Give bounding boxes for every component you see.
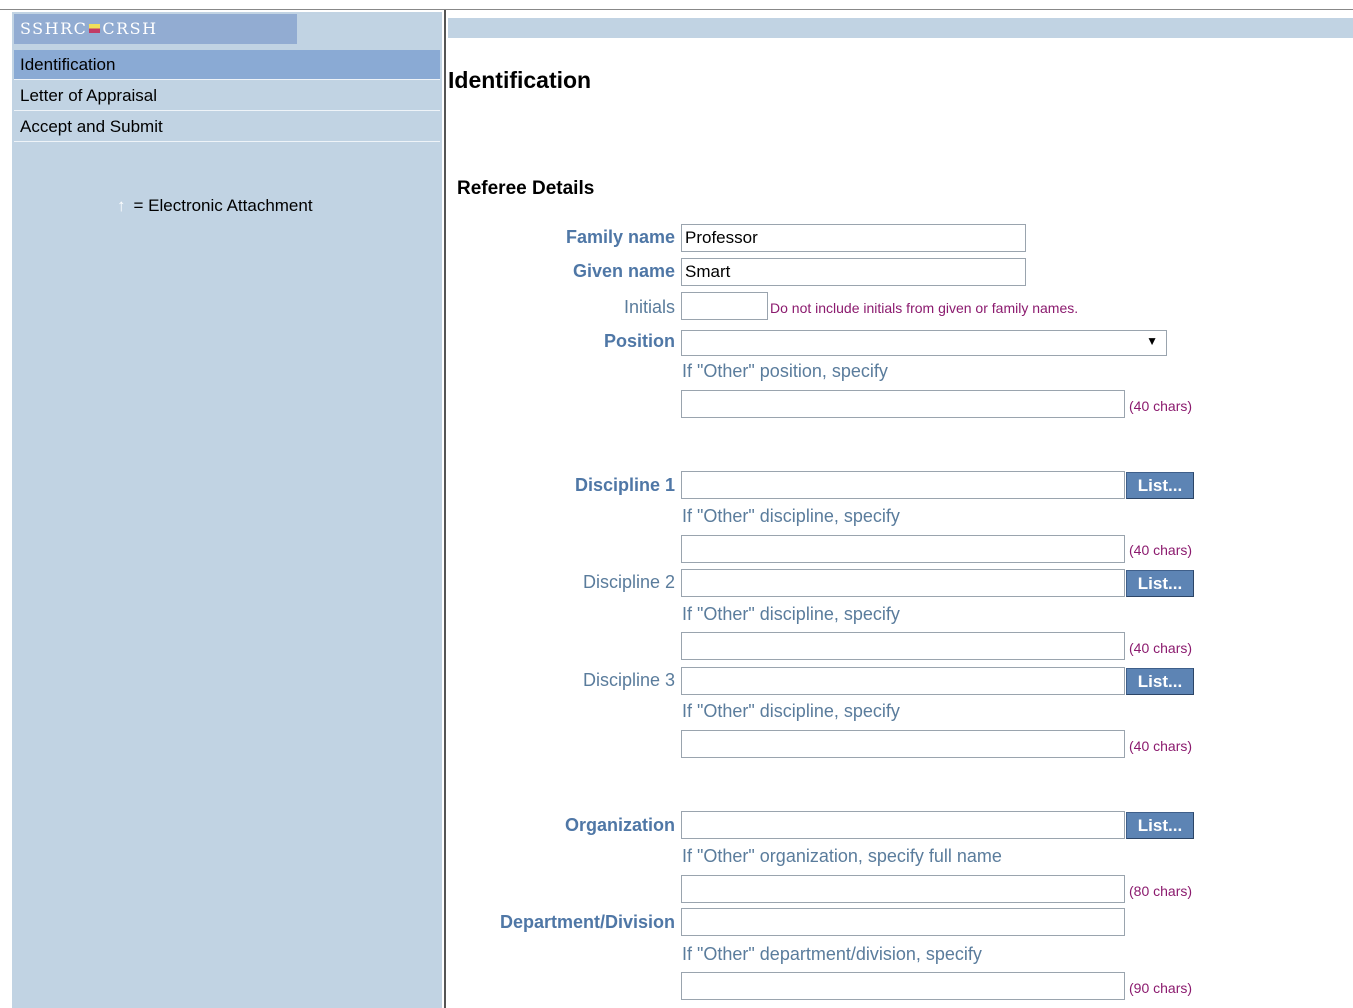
sidebar-item-identification[interactable]: Identification [14,50,440,80]
sshrc-logo: SSHRC CRSH [14,14,297,44]
organization-list-button[interactable]: List... [1126,812,1194,839]
legend-text: = Electronic Attachment [133,196,313,215]
sidebar-item-accept-and-submit[interactable]: Accept and Submit [14,112,440,142]
header-band [448,18,1353,38]
sidebar-item-letter-of-appraisal[interactable]: Letter of Appraisal [14,81,440,111]
main-content: Identification Referee Details Family na… [444,10,1353,1008]
department-other-input[interactable] [681,972,1125,1000]
department-other-limit: (90 chars) [1129,980,1193,996]
discipline-2-label: Discipline 2 [582,572,675,592]
initials-label: Initials [623,297,675,317]
family-name-label: Family name [565,227,675,247]
position-label: Position [604,331,675,351]
discipline-2-input[interactable] [681,569,1125,597]
discipline-2-list-button[interactable]: List... [1126,570,1194,597]
dropdown-arrow-icon: ▼ [1146,334,1158,348]
discipline-2-other-limit: (40 chars) [1129,640,1193,656]
discipline-2-other-input[interactable] [681,632,1125,660]
logo-right-text: CRSH [102,19,158,38]
discipline-3-other-input[interactable] [681,730,1125,758]
discipline-1-list-button[interactable]: List... [1126,472,1194,499]
organization-other-limit: (80 chars) [1129,883,1193,899]
organization-other-input[interactable] [681,875,1125,903]
discipline-2-other-hint: If "Other" discipline, specify [682,604,900,624]
organization-label: Organization [564,815,675,835]
department-input[interactable] [681,908,1125,936]
section-title: Referee Details [457,178,595,199]
discipline-3-input[interactable] [681,667,1125,695]
given-name-label: Given name [572,261,675,281]
organization-other-hint: If "Other" organization, specify full na… [682,846,1002,866]
attachment-legend: ↑ = Electronic Attachment [117,196,313,216]
discipline-3-label: Discipline 3 [582,670,675,690]
discipline-3-other-hint: If "Other" discipline, specify [682,701,900,721]
position-other-input[interactable] [681,390,1125,418]
position-other-hint: If "Other" position, specify [682,361,888,381]
sidebar: SSHRC CRSH Identification Letter of Appra… [12,12,442,1008]
discipline-3-list-button[interactable]: List... [1126,668,1194,695]
position-select[interactable]: ▼ [681,330,1167,356]
discipline-1-input[interactable] [681,471,1125,499]
family-name-input[interactable] [681,224,1026,252]
discipline-1-other-hint: If "Other" discipline, specify [682,506,900,526]
organization-input[interactable] [681,811,1125,839]
department-label: Department/Division [499,912,675,932]
discipline-1-other-input[interactable] [681,535,1125,563]
discipline-3-other-limit: (40 chars) [1129,738,1193,754]
initials-note: Do not include initials from given or fa… [770,300,1079,316]
discipline-1-other-limit: (40 chars) [1129,542,1193,558]
logo-left-text: SSHRC [20,19,88,38]
up-arrow-icon: ↑ [117,196,126,215]
discipline-1-label: Discipline 1 [574,475,675,495]
page-title: Identification [448,67,592,93]
given-name-input[interactable] [681,258,1026,286]
position-other-limit: (40 chars) [1129,398,1193,414]
logo-flag-icon [89,24,101,33]
department-other-hint: If "Other" department/division, specify [682,944,982,964]
initials-input[interactable] [681,292,768,320]
